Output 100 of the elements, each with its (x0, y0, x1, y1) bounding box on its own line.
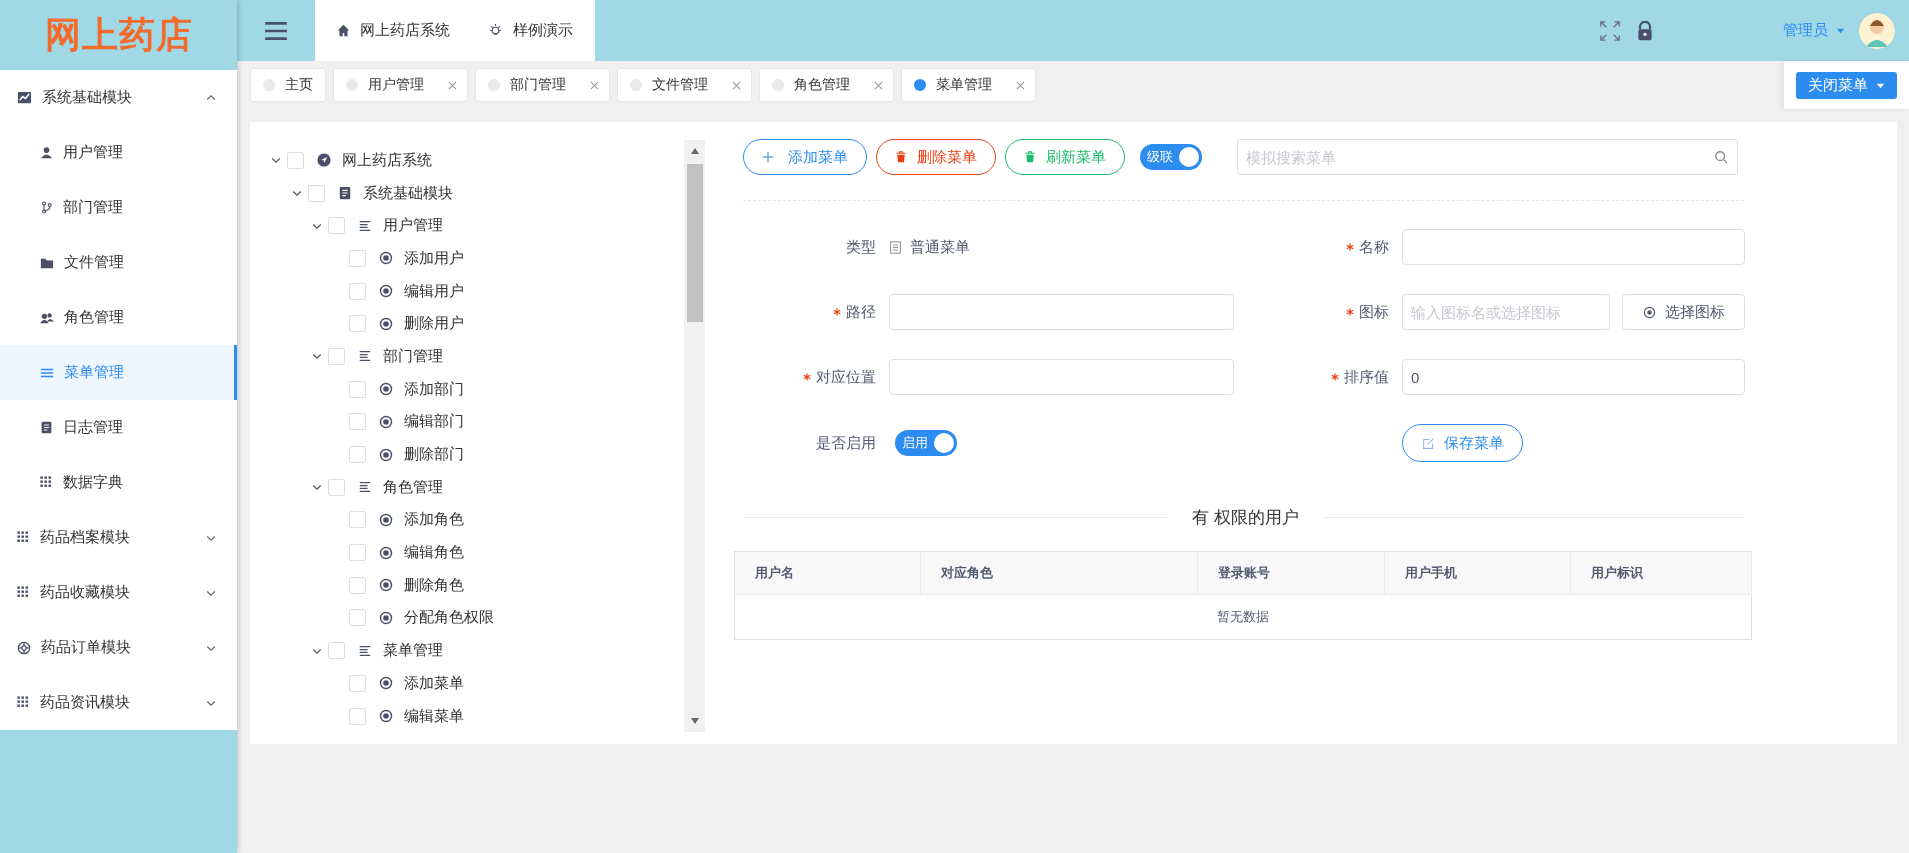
checkbox[interactable] (348, 576, 366, 594)
checkbox[interactable] (328, 478, 345, 496)
tree-node-label[interactable]: 网上药店系统 (342, 150, 432, 170)
save-button[interactable]: 保存菜单 (1402, 424, 1523, 462)
page-tab[interactable]: 部门管理 (475, 68, 610, 102)
tree-node-label[interactable]: 用户管理 (383, 216, 443, 236)
tree-node-label[interactable]: 菜单管理 (383, 641, 443, 661)
branch-icon (40, 201, 53, 214)
scroll-down-icon (689, 716, 700, 726)
sidebar-group[interactable]: 药品档案模块 (0, 510, 237, 565)
checkbox[interactable] (348, 446, 366, 464)
checkbox[interactable] (328, 217, 345, 235)
tree-node-label[interactable]: 编辑角色 (403, 543, 464, 563)
checkbox[interactable] (348, 707, 366, 725)
sidebar-group[interactable]: 系统基础模块 (0, 70, 237, 125)
nav-link[interactable]: 网上药店系统 (337, 21, 450, 40)
close-icon[interactable] (590, 80, 599, 90)
document-icon (337, 186, 352, 201)
column-header[interactable]: 用户名 (734, 551, 921, 595)
text-field[interactable] (1402, 229, 1745, 265)
list-icon (889, 240, 902, 254)
tree-node-label[interactable]: 编辑菜单 (403, 706, 464, 726)
radio-icon (378, 447, 393, 462)
tree-node-label[interactable]: 部门管理 (383, 346, 443, 366)
text-field[interactable]: 0 (1402, 359, 1745, 395)
checkbox[interactable] (348, 282, 366, 300)
navigation-icon (317, 153, 331, 168)
page-tab[interactable]: 角色管理 (759, 68, 894, 102)
radio-icon (378, 578, 393, 593)
radio-icon (378, 709, 393, 724)
checkbox[interactable] (348, 380, 366, 398)
tree-node-label[interactable]: 删除部门 (403, 445, 464, 465)
checkbox[interactable] (287, 151, 304, 169)
sidebar-group[interactable]: 药品资讯模块 (0, 675, 237, 730)
tree-node-label[interactable]: 编辑用户 (403, 281, 464, 301)
sidebar-item[interactable]: 角色管理 (0, 290, 237, 345)
align-left-icon (358, 643, 372, 658)
close-icon[interactable] (448, 80, 457, 90)
column-header[interactable]: 对应角色 (920, 551, 1198, 595)
select-icon-button[interactable]: 选择图标 (1622, 294, 1745, 330)
add-button[interactable]: 添加菜单 (743, 139, 867, 175)
checkbox[interactable] (348, 315, 366, 333)
fullscreen-icon (1599, 19, 1621, 42)
tree-node-label[interactable]: 添加部门 (403, 379, 464, 399)
checkbox[interactable] (348, 249, 366, 267)
page-tab[interactable]: 文件管理 (617, 68, 752, 102)
lock-icon (1635, 20, 1655, 41)
delete-button[interactable]: 删除菜单 (876, 139, 996, 175)
radio-icon (378, 414, 393, 429)
checkbox[interactable] (348, 609, 366, 627)
field-label: 图标 (1359, 302, 1389, 322)
grid-icon (40, 476, 53, 489)
checkbox[interactable] (328, 642, 345, 660)
tree-node-label[interactable]: 编辑部门 (403, 412, 464, 432)
sidebar-group[interactable]: 药品订单模块 (0, 620, 237, 675)
checkbox[interactable] (348, 413, 366, 431)
checkbox[interactable] (348, 674, 366, 692)
tree-node-label[interactable]: 添加角色 (403, 510, 464, 530)
trash-icon (1024, 151, 1036, 163)
tree-node-label[interactable]: 添加菜单 (403, 673, 464, 693)
sidebar-item[interactable]: 数据字典 (0, 455, 237, 510)
close-icon[interactable] (1016, 80, 1025, 90)
text-field[interactable] (889, 294, 1234, 330)
checkbox[interactable] (348, 511, 366, 529)
checkbox[interactable] (307, 184, 325, 202)
close-icon[interactable] (732, 80, 741, 90)
nav-link[interactable]: 样例演示 (488, 21, 573, 40)
checkbox[interactable] (348, 544, 366, 562)
radio-icon (1642, 305, 1656, 319)
sidebar-item[interactable]: 文件管理 (0, 235, 237, 290)
scroll-up-icon (689, 146, 700, 156)
logo: 网上药店 (44, 12, 193, 57)
sidebar-item[interactable]: 日志管理 (0, 400, 237, 455)
scrollbar[interactable] (684, 140, 705, 732)
page-tab[interactable]: 菜单管理 (901, 68, 1036, 102)
chart-icon (17, 90, 32, 105)
close-icon[interactable] (874, 80, 883, 90)
column-header[interactable]: 登录账号 (1197, 551, 1385, 595)
tree-node-label[interactable]: 分配角色权限 (403, 608, 494, 628)
avatar[interactable] (1859, 12, 1895, 49)
page-tab[interactable]: 主页 (250, 68, 326, 102)
sidebar-group[interactable]: 药品收藏模块 (0, 565, 237, 620)
align-left-icon (358, 218, 372, 233)
column-header[interactable]: 用户标识 (1570, 551, 1752, 595)
search-field[interactable]: 模拟搜索菜单 (1237, 139, 1738, 175)
tree-node-label[interactable]: 删除角色 (403, 575, 464, 595)
caret-icon (1836, 26, 1845, 35)
sidebar-item[interactable]: 用户管理 (0, 125, 237, 180)
sidebar-item[interactable]: 部门管理 (0, 180, 237, 235)
field-label: 是否启用 (816, 433, 876, 453)
tree-node-label[interactable]: 角色管理 (383, 477, 443, 497)
tree-node-label[interactable]: 添加用户 (403, 248, 464, 268)
scrollbar-thumb[interactable] (686, 164, 703, 322)
tree-node-label[interactable]: 删除用户 (403, 314, 464, 334)
checkbox[interactable] (328, 347, 345, 365)
page-tab[interactable]: 用户管理 (333, 68, 468, 102)
column-header[interactable]: 用户手机 (1384, 551, 1571, 595)
text-field[interactable] (889, 359, 1234, 395)
tree-node-label[interactable]: 系统基础模块 (362, 183, 453, 203)
align-left-icon (358, 349, 372, 364)
